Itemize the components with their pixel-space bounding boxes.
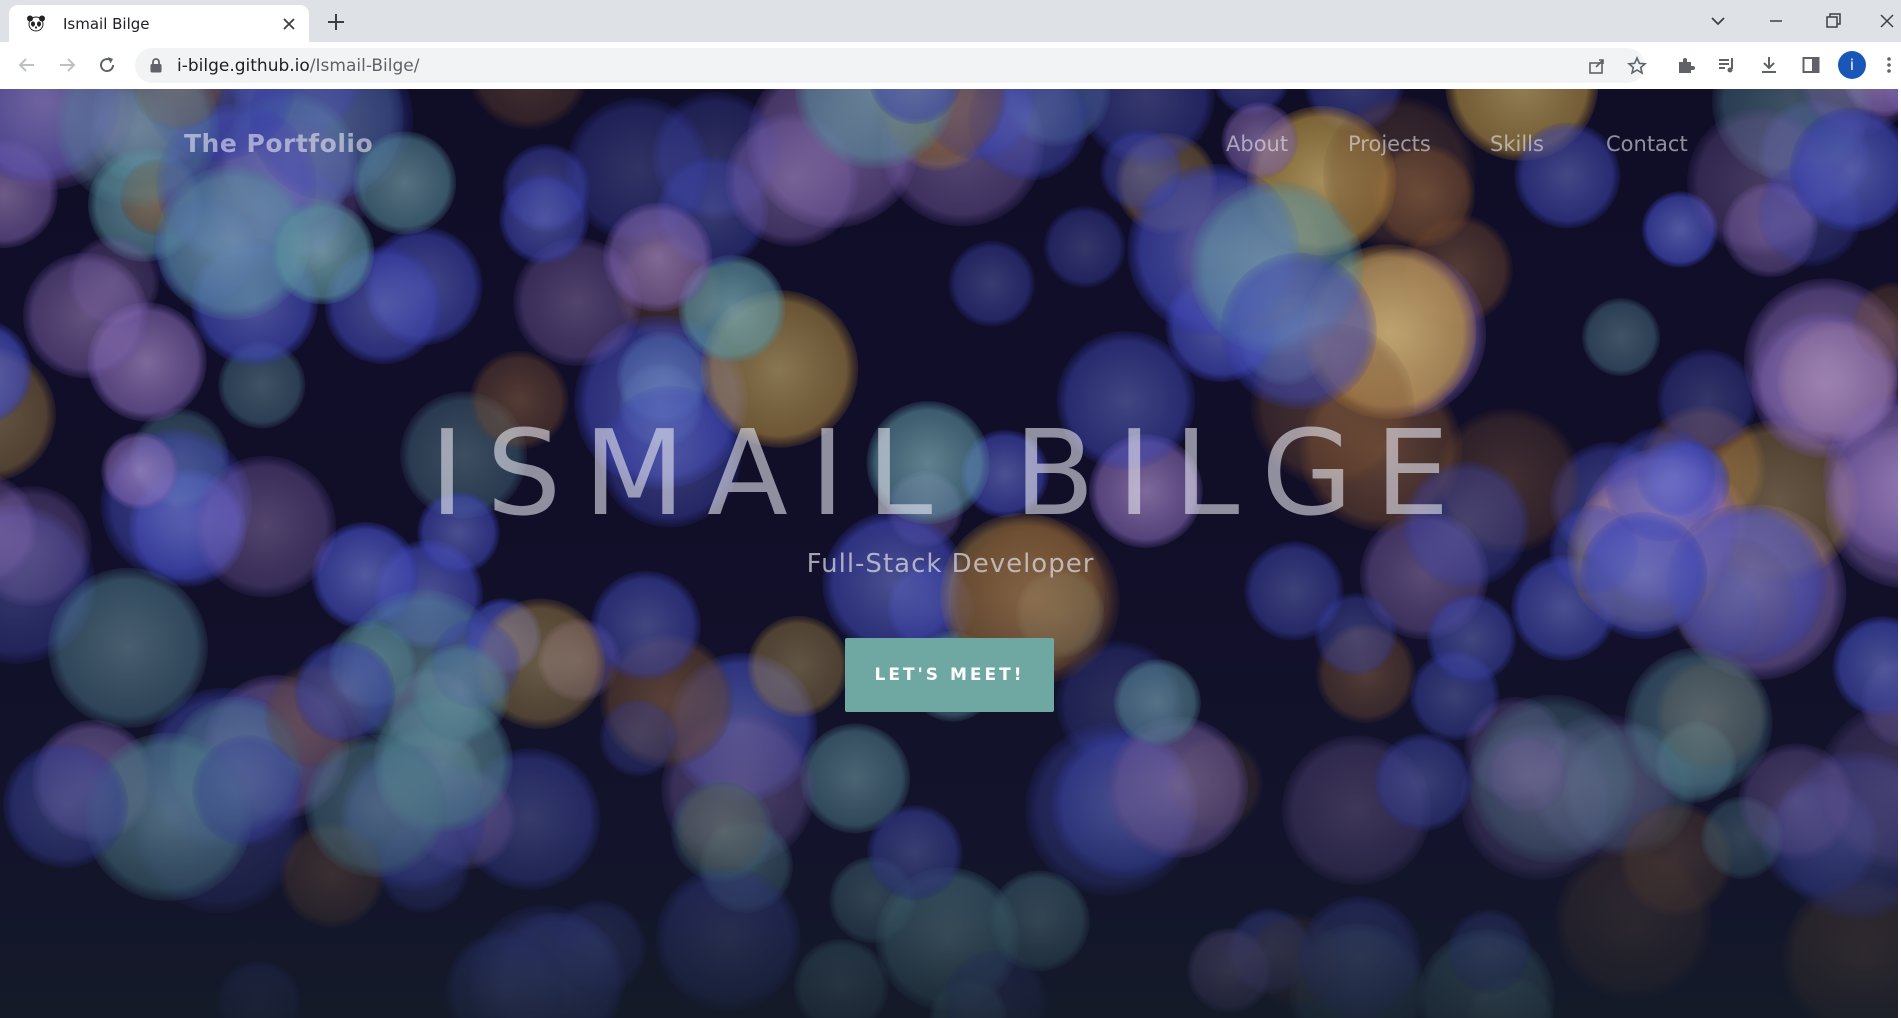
- browser-toolbar: i-bilge.github.io/Ismail-Bilge/ i: [0, 42, 1901, 90]
- url-text[interactable]: i-bilge.github.io/Ismail-Bilge/: [177, 56, 419, 76]
- nav-link-about[interactable]: About: [1226, 132, 1288, 156]
- hero-section: The Portfolio About Projects Skills Cont…: [0, 89, 1901, 1018]
- site-brand[interactable]: The Portfolio: [184, 129, 373, 158]
- side-panel-icon[interactable]: [1800, 54, 1822, 76]
- bookmark-star-icon[interactable]: [1627, 56, 1647, 76]
- nav-link-contact[interactable]: Contact: [1606, 132, 1688, 156]
- share-icon[interactable]: [1587, 56, 1607, 76]
- hero-subtitle: Full-Stack Developer: [806, 549, 1095, 579]
- url-path: /Ismail-Bilge/: [309, 56, 420, 76]
- address-bar[interactable]: i-bilge.github.io/Ismail-Bilge/: [135, 48, 1647, 83]
- profile-avatar[interactable]: i: [1838, 51, 1866, 79]
- panda-icon: [27, 15, 45, 32]
- extensions-puzzle-icon[interactable]: [1675, 54, 1697, 76]
- nav-link-projects[interactable]: Projects: [1348, 132, 1431, 156]
- tab-strip: Ismail Bilge: [0, 0, 1901, 42]
- tab-search-icon[interactable]: [1707, 10, 1729, 32]
- media-queue-icon[interactable]: [1716, 54, 1738, 76]
- new-tab-icon[interactable]: [325, 11, 347, 33]
- browser-tab[interactable]: Ismail Bilge: [9, 5, 309, 42]
- restore-icon[interactable]: [1822, 10, 1844, 32]
- back-arrow-icon[interactable]: [16, 54, 38, 76]
- hero-title: ISMAIL BILGE: [429, 404, 1472, 542]
- tab-title: Ismail Bilge: [63, 15, 150, 33]
- download-icon[interactable]: [1758, 54, 1780, 76]
- lock-icon[interactable]: [149, 58, 163, 73]
- url-host: i-bilge.github.io: [177, 56, 310, 76]
- kebab-menu-icon[interactable]: [1882, 54, 1896, 76]
- reload-icon[interactable]: [96, 54, 118, 76]
- window-close-icon[interactable]: [1876, 10, 1898, 32]
- forward-arrow-icon[interactable]: [56, 54, 78, 76]
- nav-link-skills[interactable]: Skills: [1490, 132, 1544, 156]
- minimize-icon[interactable]: [1765, 10, 1787, 32]
- close-icon[interactable]: [281, 16, 297, 32]
- lets-meet-button[interactable]: LET'S MEET!: [845, 638, 1054, 712]
